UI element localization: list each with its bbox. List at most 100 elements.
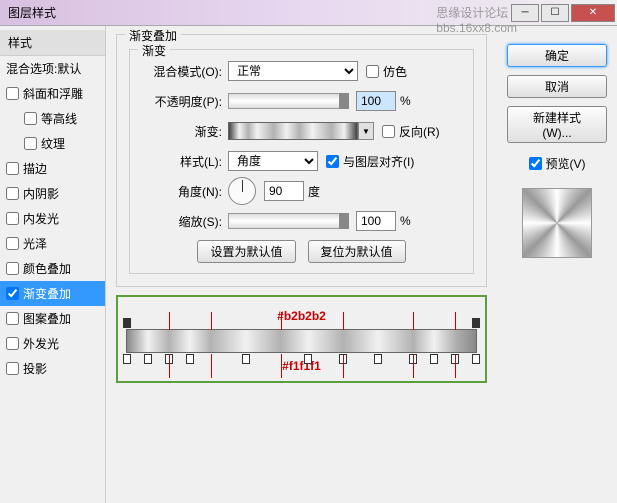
maximize-button[interactable]: ☐ (541, 4, 569, 22)
sidebar-item-label: 投影 (23, 360, 47, 377)
sidebar-item-label: 外发光 (23, 335, 59, 352)
gradient-editor-annotation: #b2b2b2 #f1f1f1 (116, 295, 487, 383)
sidebar-checkbox[interactable] (6, 262, 19, 275)
opacity-slider[interactable] (228, 93, 348, 109)
sidebar-item-label: 纹理 (41, 135, 65, 152)
opacity-unit: % (400, 94, 411, 108)
angle-dial[interactable] (228, 177, 256, 205)
annotation-line (281, 354, 282, 378)
gradient-dropdown-icon[interactable]: ▼ (358, 122, 374, 140)
opacity-stop[interactable] (472, 318, 480, 328)
scale-unit: % (400, 214, 411, 228)
gradient-preview[interactable] (228, 122, 358, 140)
inner-group-title: 渐变 (138, 42, 170, 59)
sidebar-checkbox[interactable] (6, 362, 19, 375)
angle-input[interactable] (264, 181, 304, 201)
close-button[interactable]: ✕ (571, 4, 615, 22)
color-stop[interactable] (242, 354, 250, 364)
sidebar-item-11[interactable]: 投影 (0, 356, 105, 381)
sidebar-item-label: 颜色叠加 (23, 260, 71, 277)
sidebar-item-label: 渐变叠加 (23, 285, 71, 302)
annotation-line (413, 312, 414, 330)
gradient-bar[interactable] (126, 329, 477, 353)
blend-mode-select[interactable]: 正常 (228, 61, 358, 81)
main-panel: 渐变叠加 渐变 混合模式(O): 正常 仿色 不透明度(P): % 渐变: ▼ … (106, 26, 497, 503)
color-stop[interactable] (123, 354, 131, 364)
sidebar-item-label: 描边 (23, 160, 47, 177)
sidebar-item-label: 图案叠加 (23, 310, 71, 327)
color-stop[interactable] (304, 354, 312, 364)
sidebar-item-3[interactable]: 描边 (0, 156, 105, 181)
color-stop[interactable] (374, 354, 382, 364)
sidebar-item-label: 内阴影 (23, 185, 59, 202)
new-style-button[interactable]: 新建样式(W)... (507, 106, 607, 143)
style-select[interactable]: 角度 (228, 151, 318, 171)
reset-default-button[interactable]: 复位为默认值 (308, 240, 406, 263)
color-stop[interactable] (144, 354, 152, 364)
color-label-top: #b2b2b2 (126, 309, 477, 323)
sidebar-checkbox[interactable] (24, 112, 37, 125)
sidebar-checkbox[interactable] (24, 137, 37, 150)
group-gradient-overlay: 渐变叠加 渐变 混合模式(O): 正常 仿色 不透明度(P): % 渐变: ▼ … (116, 34, 487, 287)
annotation-line (169, 354, 170, 378)
sidebar-item-6[interactable]: 光泽 (0, 231, 105, 256)
cancel-button[interactable]: 取消 (507, 75, 607, 98)
preview-checkbox[interactable] (529, 157, 542, 170)
ok-button[interactable]: 确定 (507, 44, 607, 67)
align-checkbox[interactable] (326, 155, 339, 168)
reverse-label: 反向(R) (399, 123, 440, 140)
preview-label: 预览(V) (546, 155, 586, 172)
color-stop[interactable] (186, 354, 194, 364)
opacity-stop[interactable] (123, 318, 131, 328)
sidebar-item-0[interactable]: 斜面和浮雕 (0, 81, 105, 106)
color-stop[interactable] (430, 354, 438, 364)
sidebar-item-5[interactable]: 内发光 (0, 206, 105, 231)
window-title: 图层样式 (0, 4, 56, 21)
dither-checkbox[interactable] (366, 65, 379, 78)
titlebar: 图层样式 思缘设计论坛bbs.16xx8.com ─ ☐ ✕ (0, 0, 617, 26)
sidebar-item-7[interactable]: 颜色叠加 (0, 256, 105, 281)
color-stop[interactable] (472, 354, 480, 364)
sidebar-checkbox[interactable] (6, 337, 19, 350)
sidebar-item-8[interactable]: 渐变叠加 (0, 281, 105, 306)
sidebar-checkbox[interactable] (6, 312, 19, 325)
sidebar-item-10[interactable]: 外发光 (0, 331, 105, 356)
opacity-input[interactable] (356, 91, 396, 111)
annotation-line (413, 354, 414, 378)
annotation-line (455, 354, 456, 378)
sidebar-item-1[interactable]: 等高线 (0, 106, 105, 131)
sidebar-header-styles[interactable]: 样式 (0, 30, 105, 56)
scale-slider[interactable] (228, 213, 348, 229)
sidebar-checkbox[interactable] (6, 87, 19, 100)
scale-input[interactable] (356, 211, 396, 231)
sidebar-checkbox[interactable] (6, 162, 19, 175)
preview-thumbnail (522, 188, 592, 258)
align-label: 与图层对齐(I) (343, 153, 414, 170)
color-label-bottom: #f1f1f1 (126, 359, 477, 373)
angle-label: 角度(N): (142, 183, 222, 200)
sidebar-item-label: 等高线 (41, 110, 77, 127)
sidebar-item-label: 内发光 (23, 210, 59, 227)
blend-mode-label: 混合模式(O): (142, 63, 222, 80)
sidebar-item-9[interactable]: 图案叠加 (0, 306, 105, 331)
sidebar-blend-options[interactable]: 混合选项:默认 (0, 56, 105, 81)
sidebar-item-4[interactable]: 内阴影 (0, 181, 105, 206)
style-label: 样式(L): (142, 153, 222, 170)
sidebar-item-label: 斜面和浮雕 (23, 85, 83, 102)
set-default-button[interactable]: 设置为默认值 (197, 240, 295, 263)
sidebar-checkbox[interactable] (6, 287, 19, 300)
right-panel: 确定 取消 新建样式(W)... 预览(V) (497, 26, 617, 503)
annotation-line (455, 312, 456, 330)
annotation-line (281, 312, 282, 330)
sidebar-checkbox[interactable] (6, 237, 19, 250)
opacity-label: 不透明度(P): (142, 93, 222, 110)
sidebar-checkbox[interactable] (6, 187, 19, 200)
sidebar-checkbox[interactable] (6, 212, 19, 225)
angle-unit: 度 (308, 183, 320, 200)
reverse-checkbox[interactable] (382, 125, 395, 138)
annotation-line (343, 312, 344, 330)
annotation-line (211, 354, 212, 378)
annotation-line (343, 354, 344, 378)
dither-label: 仿色 (383, 63, 407, 80)
sidebar-item-2[interactable]: 纹理 (0, 131, 105, 156)
